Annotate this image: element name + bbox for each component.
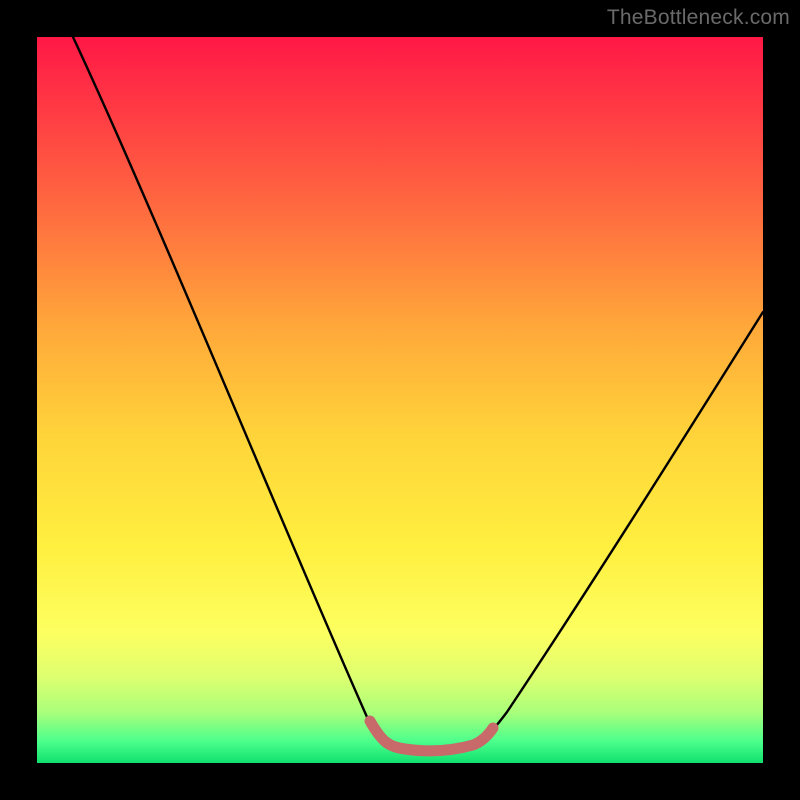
watermark-text: TheBottleneck.com <box>607 6 790 30</box>
curve-path <box>73 37 763 749</box>
bottleneck-curve <box>37 37 763 763</box>
plot-area <box>37 37 763 763</box>
trough-marker <box>370 721 493 751</box>
chart-frame: TheBottleneck.com <box>0 0 800 800</box>
